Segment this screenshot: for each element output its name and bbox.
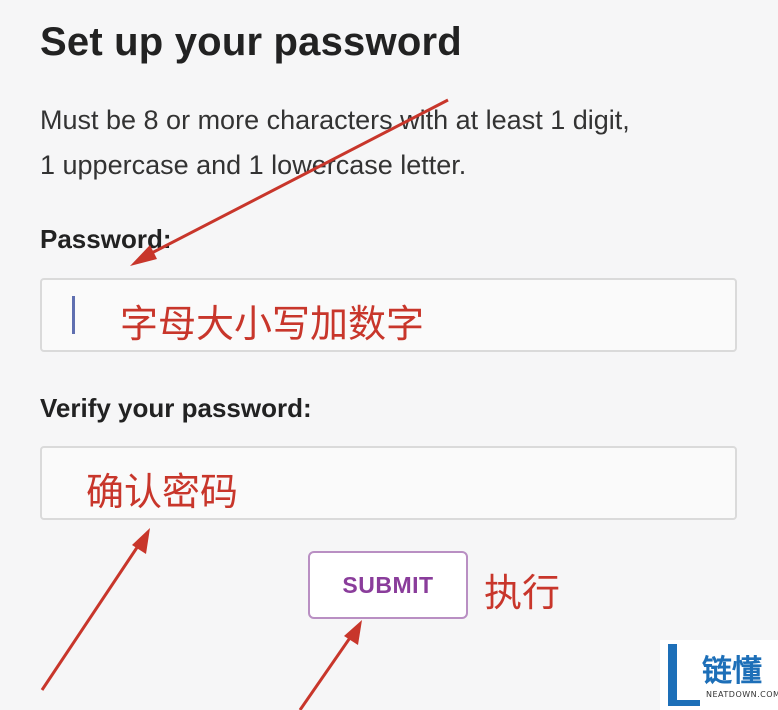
watermark: 链懂 NEATDOWN.COM — [660, 640, 778, 710]
watermark-site: NEATDOWN.COM — [706, 690, 778, 699]
red-arrow-icon — [298, 620, 362, 710]
red-arrow-icon — [40, 528, 150, 691]
red-arrow-icon — [130, 98, 449, 266]
watermark-name: 链懂 — [702, 654, 762, 689]
watermark-logo-icon — [668, 644, 700, 706]
annotation-arrows — [40, 98, 449, 710]
